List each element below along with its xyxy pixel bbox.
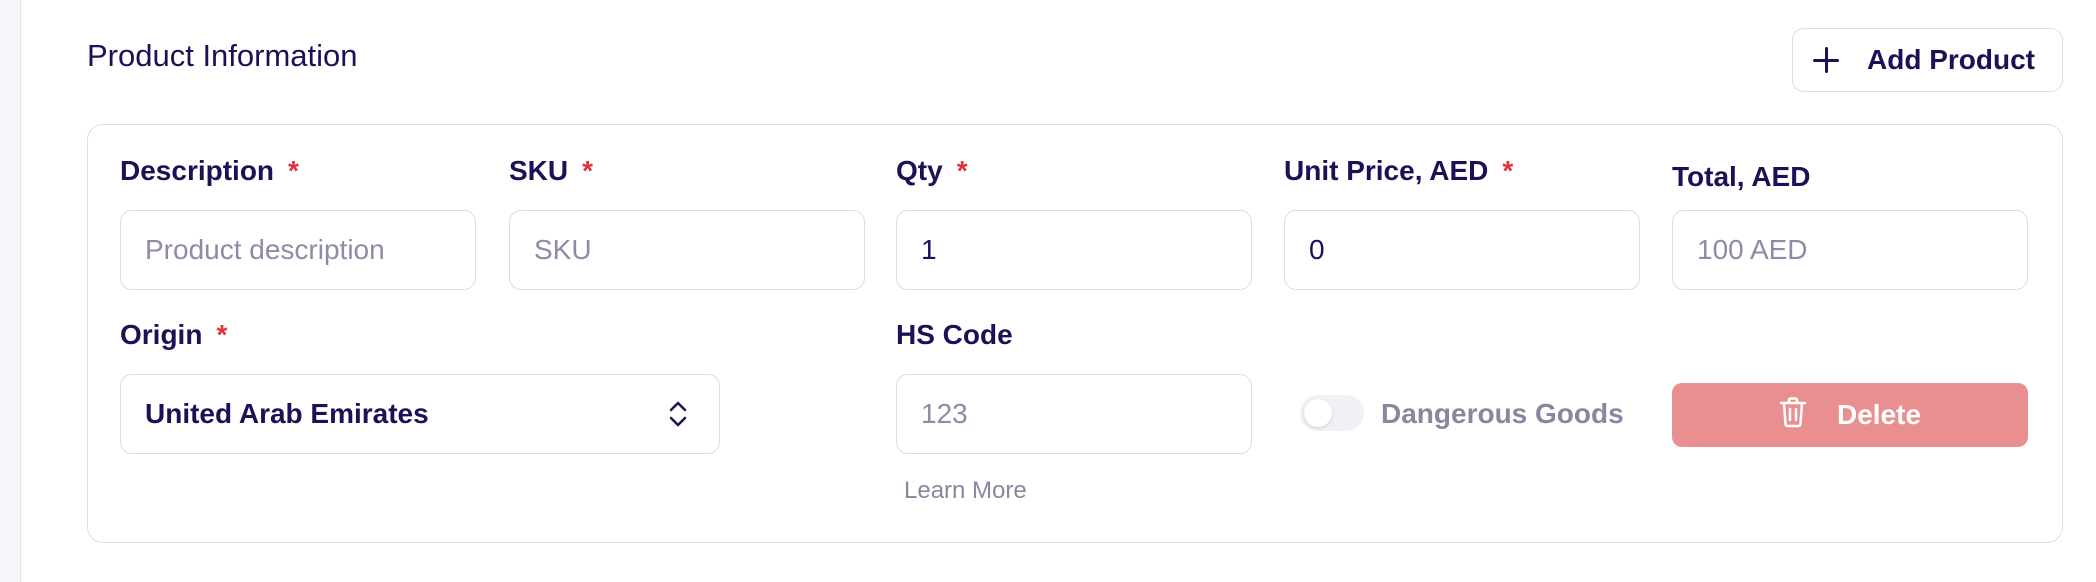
product-card: Description * SKU * Qty * Unit Price, AED * …	[87, 124, 2063, 543]
chevron-up-down-icon	[667, 399, 689, 429]
hs-code-label: HS Code	[896, 319, 1013, 350]
dangerous-goods-label: Dangerous Goods	[1381, 398, 1624, 429]
unit-price-label: Unit Price, AED *	[1284, 155, 1514, 186]
required-mark: *	[1502, 155, 1514, 186]
add-product-button[interactable]: Add Product	[1792, 28, 2063, 92]
product-information-section: Product Information Add Product Descript…	[20, 0, 2096, 582]
unit-price-input[interactable]: 0	[1284, 210, 1640, 290]
required-mark: *	[216, 319, 228, 350]
qty-label: Qty *	[896, 155, 968, 186]
dangerous-goods-toggle[interactable]	[1300, 395, 1364, 431]
hs-code-input[interactable]: 123	[896, 374, 1252, 454]
qty-input[interactable]: 1	[896, 210, 1252, 290]
delete-button[interactable]: Delete	[1672, 383, 2028, 447]
required-mark: *	[956, 155, 968, 186]
sku-input[interactable]: SKU	[509, 210, 865, 290]
total-input: 100 AED	[1672, 210, 2028, 290]
trash-icon	[1779, 396, 1807, 435]
description-label: Description *	[120, 155, 299, 186]
section-title: Product Information	[87, 38, 358, 73]
required-mark: *	[288, 155, 299, 186]
origin-selected-value: United Arab Emirates	[145, 398, 429, 429]
origin-label: Origin *	[120, 319, 228, 350]
learn-more-link[interactable]: Learn More	[904, 477, 1027, 505]
description-input[interactable]: Product description	[120, 210, 476, 290]
required-mark: *	[582, 155, 594, 186]
delete-label: Delete	[1836, 399, 1922, 430]
add-product-label: Add Product	[1867, 44, 2035, 75]
toggle-knob	[1304, 399, 1332, 427]
origin-select[interactable]: United Arab Emirates	[120, 374, 720, 454]
total-label: Total, AED	[1672, 161, 1811, 192]
sku-label: SKU *	[509, 155, 594, 186]
plus-icon	[1813, 47, 1839, 73]
